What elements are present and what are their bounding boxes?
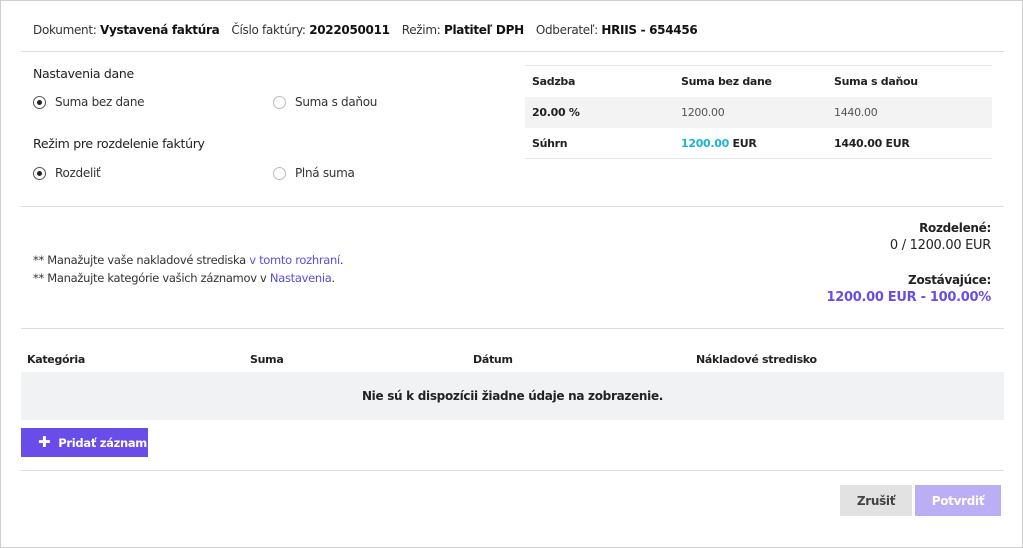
help-notes: ** Manažujte vaše nakladové strediska v … [33,251,344,287]
remaining-value: 1200.00 EUR - 100.00% [826,290,991,305]
note-categories: ** Manažujte kategórie vašich záznamov v… [33,271,335,285]
divider [21,51,1004,52]
amount-with-tax: 1440.00 [834,106,878,119]
customer-name: HRIIS - 654456 [601,23,698,37]
column-header-rate: Sadzba [532,75,576,88]
tax-table-row: 20.00 % 1200.00 1440.00 [525,97,992,128]
column-header-without-tax: Suma bez dane [681,75,772,88]
document-info: Dokument: Vystavená faktúra [33,23,220,37]
summary-without-tax-value: 1200.00 [681,136,730,150]
distributed-label: Rozdelené: [919,221,991,235]
tax-table-header: Sadzba Suma bez dane Suma s daňou [525,66,992,97]
divider [21,328,1004,329]
column-header-date[interactable]: Dátum [467,353,690,366]
tax-table-summary-row: Súhrn 1200.00 EUR 1440.00 EUR [525,128,992,159]
settings-link[interactable]: Nastavenia [270,271,332,285]
invoice-split-dialog: Dokument: Vystavená faktúra Číslo faktúr… [0,0,1023,548]
summary-currency: EUR [729,136,757,150]
add-record-button[interactable]: ✚ Pridať záznam [21,428,148,457]
document-type: Vystavená faktúra [100,23,220,37]
radio-full-amount[interactable]: Plná suma [273,166,355,180]
note-cost-centers: ** Manažujte vaše nakladové strediska v … [33,253,344,267]
divider [21,206,1004,207]
records-grid-empty: Nie sú k dispozícii žiadne údaje na zobr… [21,372,1004,420]
column-header-amount[interactable]: Suma [244,353,467,366]
radio-unselected-icon [273,166,286,180]
radio-selected-icon [33,95,46,109]
divider [21,470,1004,471]
column-header-category[interactable]: Kategória [21,353,244,366]
records-grid-header: Kategória Suma Dátum Nákladové stredisko [21,347,1004,371]
summary-label: Súhrn [532,136,568,150]
cost-centers-link[interactable]: v tomto rozhraní [249,253,340,267]
customer-info: Odberateľ: HRIIS - 654456 [535,23,698,37]
confirm-button[interactable]: Potvrdiť [915,485,1001,516]
tax-table: Sadzba Suma bez dane Suma s daňou 20.00 … [525,65,992,159]
summary-without-tax: 1200.00 EUR [676,137,828,150]
split-summary: Rozdelené: 0 / 1200.00 EUR Zostávajúce: … [826,221,991,305]
plus-icon: ✚ [38,433,51,451]
tax-rate: 20.00 % [532,106,580,119]
column-header-cost-center[interactable]: Nákladové stredisko [690,353,913,366]
invoice-number: 2022050011 [309,23,390,37]
amount-without-tax: 1200.00 [681,106,725,119]
vat-mode: Platiteľ DPH [443,23,524,37]
document-info-bar: Dokument: Vystavená faktúra Číslo faktúr… [33,21,709,39]
radio-unselected-icon [273,95,286,109]
invoice-number-info: Číslo faktúry: 2022050011 [231,23,390,37]
remaining-label: Zostávajúce: [908,273,991,287]
tax-settings-title: Nastavenia dane [33,66,134,81]
radio-amount-with-tax[interactable]: Suma s daňou [273,95,377,109]
radio-selected-icon [33,166,46,180]
column-header-with-tax: Suma s daňou [834,75,918,88]
radio-split[interactable]: Rozdeliť [33,166,101,180]
radio-amount-without-tax[interactable]: Suma bez dane [33,95,145,109]
mode-info: Režim: Platiteľ DPH [401,23,524,37]
summary-with-tax: 1440.00 EUR [834,136,910,150]
cancel-button[interactable]: Zrušiť [840,485,912,516]
distributed-value: 0 / 1200.00 EUR [889,238,991,253]
split-mode-title: Režim pre rozdelenie faktúry [33,136,205,151]
